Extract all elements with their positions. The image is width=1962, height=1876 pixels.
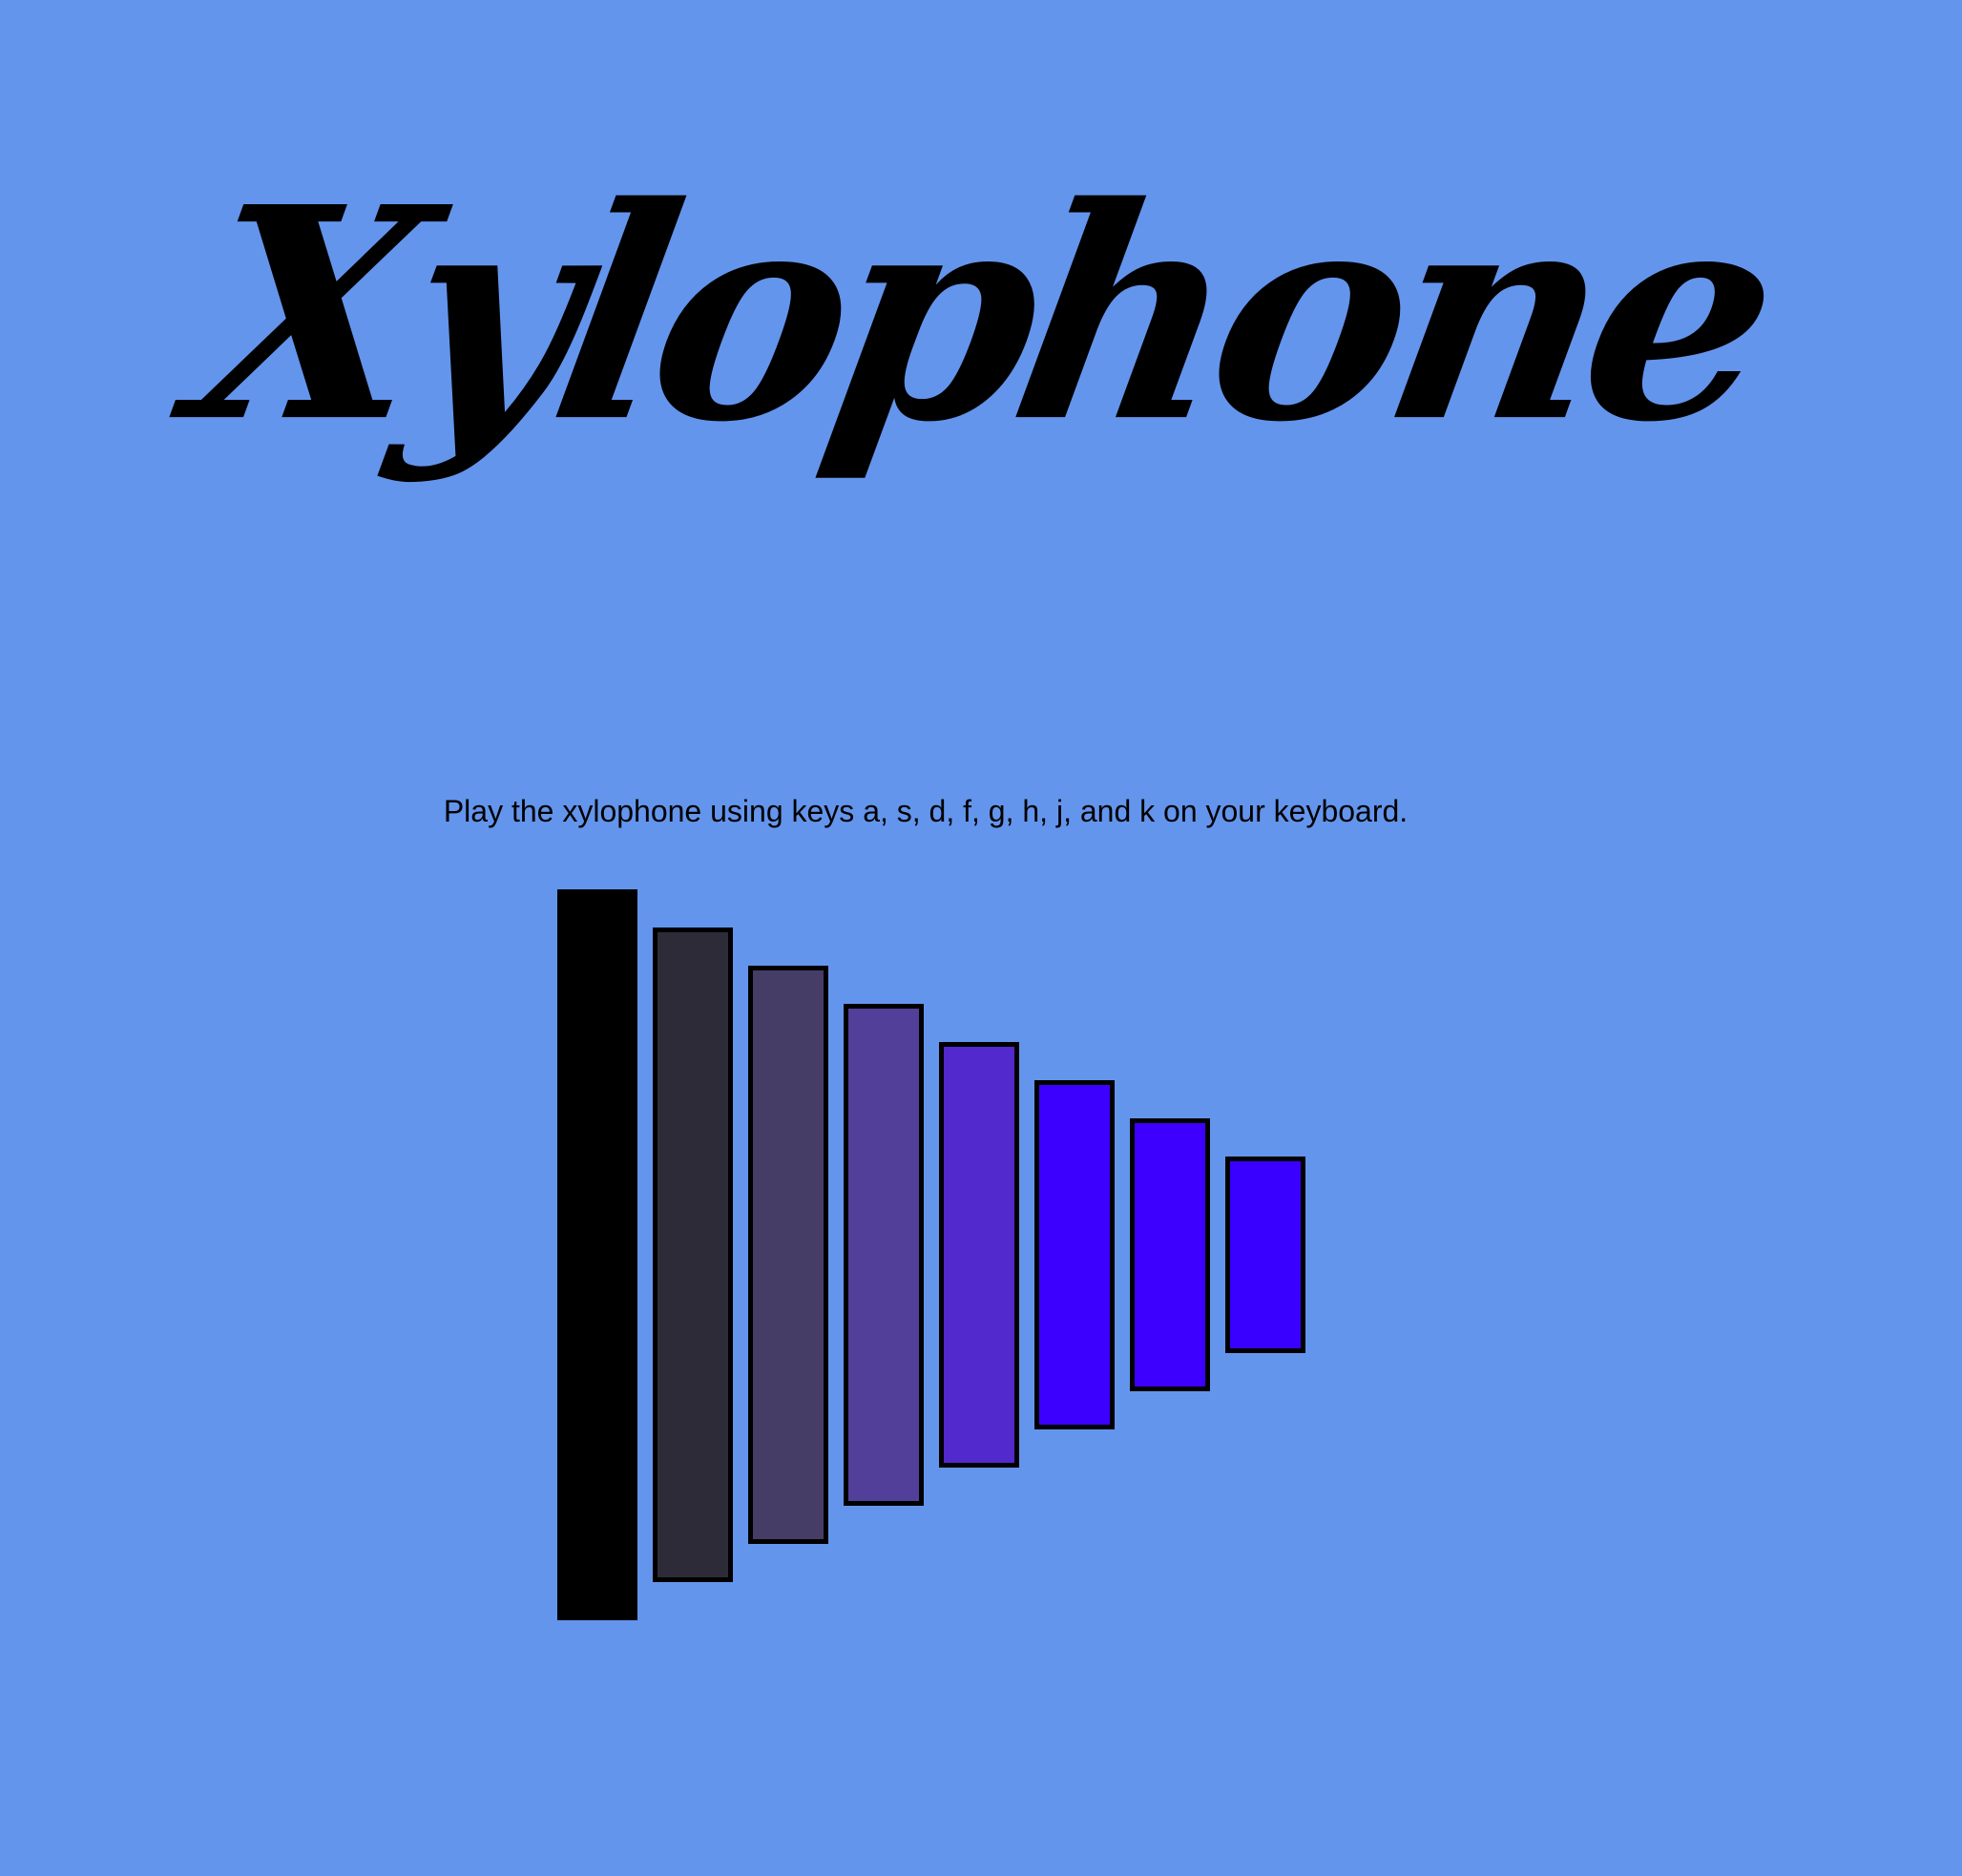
key-g-bar[interactable] <box>939 1042 1019 1468</box>
key-h-bar[interactable] <box>1034 1080 1115 1429</box>
instructions-text: Play the xylophone using keys a, s, d, f… <box>443 794 1409 828</box>
xylophone <box>557 889 1311 1620</box>
key-j-bar[interactable] <box>1130 1118 1210 1391</box>
key-d-bar[interactable] <box>748 966 828 1544</box>
key-k-bar[interactable] <box>1225 1157 1305 1353</box>
key-a-bar[interactable] <box>557 889 637 1620</box>
page-title: Xylophone <box>172 142 1790 487</box>
key-f-bar[interactable] <box>844 1004 924 1506</box>
key-s-bar[interactable] <box>653 928 733 1582</box>
